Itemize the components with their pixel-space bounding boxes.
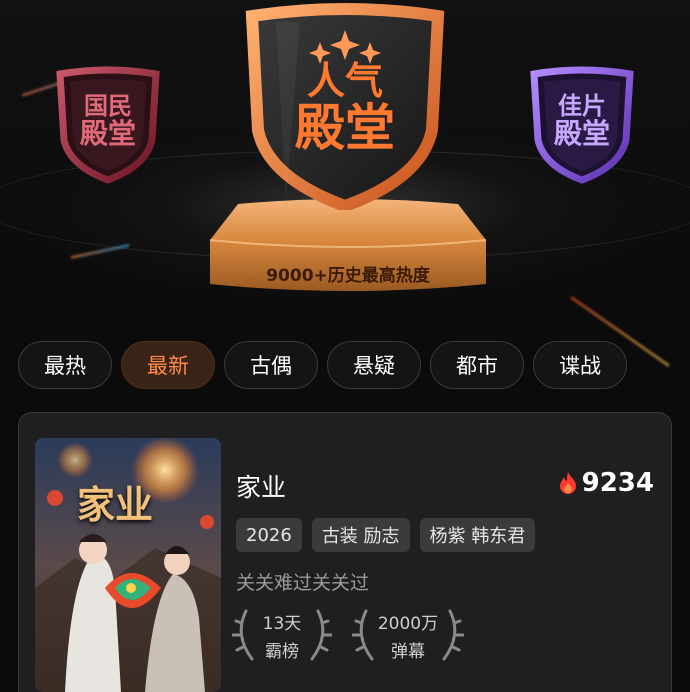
tab-hottest[interactable]: 最热 <box>18 341 112 389</box>
badge-label-line2: 殿堂 <box>295 98 395 157</box>
award-danmaku-count: 2000万 弹幕 <box>352 605 464 663</box>
badge-label-line2: 殿堂 <box>79 117 136 151</box>
badge-label-line1: 国民 <box>84 92 132 120</box>
drama-description: 关关难过关关过 <box>236 572 370 594</box>
heat-value: 9234 <box>581 468 654 498</box>
badge-quality-hall[interactable]: 佳片 殿堂 <box>522 66 642 184</box>
badge-label: 佳片 殿堂 <box>522 92 642 151</box>
drama-title[interactable]: 家业 <box>236 468 286 504</box>
award-value: 2000万 <box>377 614 439 634</box>
tab-spy[interactable]: 谍战 <box>533 341 627 389</box>
light-streak <box>70 243 130 260</box>
tab-costume-romance[interactable]: 古偶 <box>224 341 318 389</box>
badge-label-line1: 佳片 <box>558 92 606 120</box>
tag-list: 2026 古装 励志 杨紫 韩东君 <box>236 518 536 552</box>
tab-suspense[interactable]: 悬疑 <box>327 341 421 389</box>
tag-cast[interactable]: 杨紫 韩东君 <box>419 518 536 552</box>
heat-score: 9234 <box>558 468 654 498</box>
award-label: 弹幕 <box>391 642 425 662</box>
pedestal-label: 9000+历史最高热度 <box>266 266 430 286</box>
award-label: 霸榜 <box>265 642 299 662</box>
badge-label: 国民 殿堂 <box>48 92 168 151</box>
award-value: 13天 <box>262 614 302 634</box>
badge-popular-hall[interactable]: 人气 殿堂 <box>236 2 454 210</box>
badge-label: 人气 殿堂 <box>236 59 454 157</box>
badge-national-hall[interactable]: 国民 殿堂 <box>48 66 168 184</box>
tag-genre[interactable]: 古装 励志 <box>311 518 410 552</box>
award-days-on-chart: 13天 霸榜 <box>232 605 332 663</box>
tab-newest[interactable]: 最新 <box>121 341 215 389</box>
flame-icon <box>559 472 576 494</box>
poster-title: 家业 <box>77 482 154 527</box>
poster-image[interactable]: 家业 <box>35 438 221 692</box>
tag-year[interactable]: 2026 <box>236 518 302 552</box>
badge-label-line1: 人气 <box>306 59 383 103</box>
badge-label-line2: 殿堂 <box>553 117 610 151</box>
tab-urban[interactable]: 都市 <box>430 341 524 389</box>
category-tabs: 最热 最新 古偶 悬疑 都市 谍战 <box>18 341 627 389</box>
